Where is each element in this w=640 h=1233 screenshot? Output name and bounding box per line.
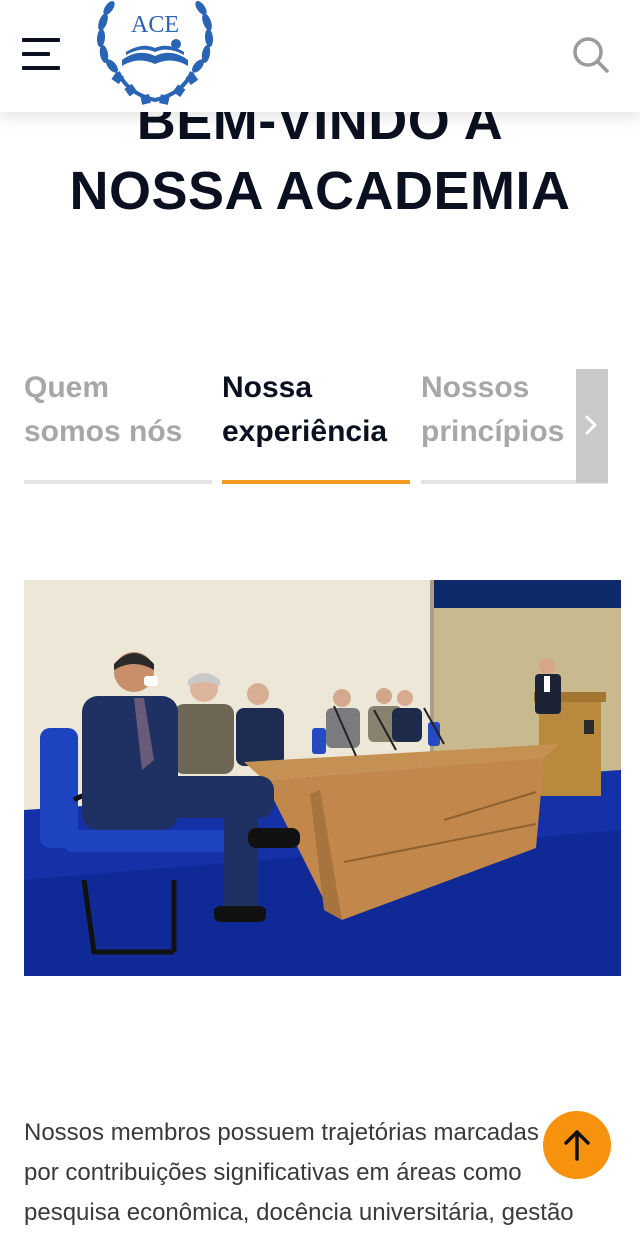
tab-label-line-1: Nossa [222,371,313,404]
paragraph-line-2: por contribuições significativas em área… [24,1159,522,1186]
academy-meeting-photo [24,580,621,976]
tab-quem-somos-nos[interactable]: Quem somos nós [24,366,212,486]
logo-text: ACE [131,12,179,38]
hamburger-menu-icon[interactable] [22,38,62,72]
tab-label-line-1: Quem [24,371,110,404]
tab-underline [24,480,212,484]
site-header: ACE [0,0,640,112]
tab-nossa-experiencia[interactable]: Nossa experiência [222,366,410,486]
tab-label-line-2: experiência [222,415,388,448]
paragraph-line-3: pesquisa econômica, docência universitár… [24,1199,574,1226]
tabs-next-button[interactable] [576,369,608,483]
content-paragraph: Nossos membros possuem trajetórias marca… [24,1113,584,1233]
tab-underline-active [222,480,410,484]
arrow-up-icon [564,1130,590,1161]
search-icon[interactable] [572,36,610,74]
chevron-right-icon [585,415,597,435]
tab-list: Quem somos nós Nossa experiência Nossos … [24,366,608,486]
paragraph-line-1: Nossos membros possuem trajetórias marca… [24,1119,539,1146]
tab-label-line-2: somos nós [24,415,183,448]
page-title-line-2: NOSSA ACADEMIA [69,161,571,221]
academy-logo[interactable]: ACE [88,0,222,118]
back-to-top-button[interactable] [543,1111,611,1179]
